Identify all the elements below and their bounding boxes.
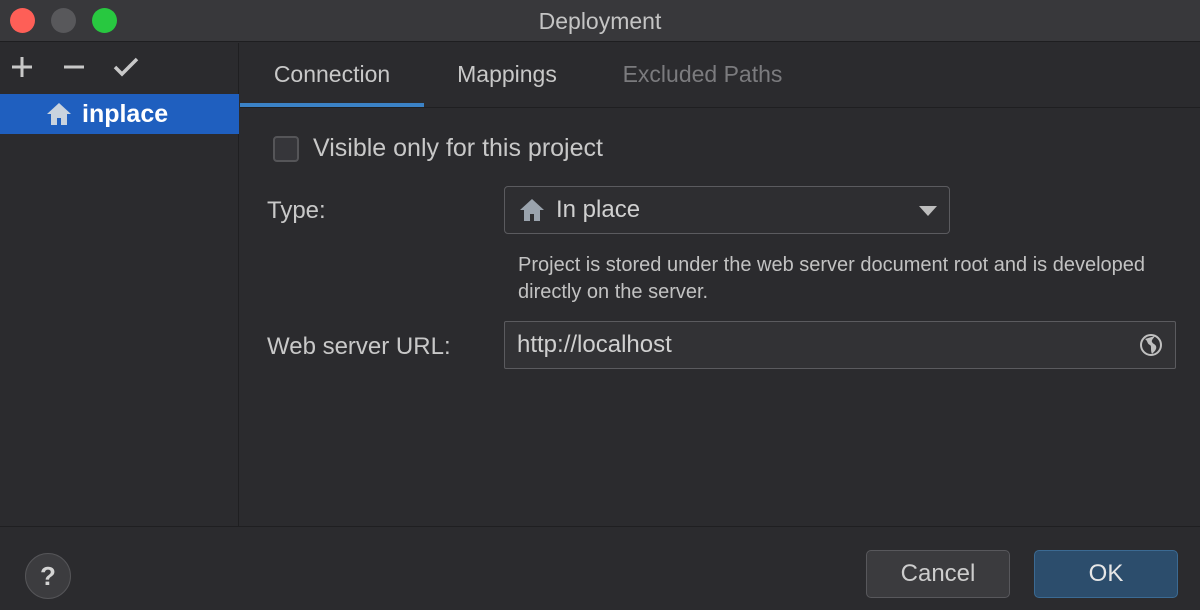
check-icon [112, 55, 140, 79]
window-title: Deployment [0, 0, 1200, 42]
settings-tabs: Connection Mappings Excluded Paths [240, 43, 1200, 108]
type-dropdown-value: In place [556, 187, 640, 233]
dropdown-arrow-icon [919, 206, 937, 216]
plus-icon [11, 56, 33, 78]
remove-server-button[interactable] [60, 53, 88, 81]
title-bar: Deployment [0, 0, 1200, 42]
tab-excluded-paths[interactable]: Excluded Paths [600, 43, 805, 107]
dialog-footer [0, 526, 1200, 610]
minus-icon [63, 56, 85, 78]
web-server-url-input[interactable]: http://localhost [504, 321, 1176, 369]
web-server-url-label: Web server URL: [267, 333, 451, 361]
type-description: Project is stored under the web server d… [518, 252, 1178, 306]
web-server-url-value: http://localhost [517, 331, 672, 358]
ok-button[interactable]: OK [1034, 550, 1178, 598]
server-item-inplace[interactable]: inplace [0, 94, 239, 134]
server-item-label: inplace [82, 94, 168, 134]
cancel-button[interactable]: Cancel [866, 550, 1010, 598]
tab-mappings[interactable]: Mappings [434, 43, 580, 107]
home-icon [519, 198, 545, 222]
globe-icon[interactable] [1139, 333, 1163, 357]
server-list-toolbar [0, 43, 239, 93]
type-dropdown[interactable]: In place [504, 186, 950, 234]
set-default-server-button[interactable] [112, 53, 140, 81]
visible-only-checkbox[interactable] [273, 136, 299, 162]
help-button[interactable]: ? [25, 553, 71, 599]
server-list-panel: inplace [0, 43, 239, 526]
home-icon [46, 102, 72, 126]
visible-only-label[interactable]: Visible only for this project [313, 134, 603, 163]
add-server-button[interactable] [8, 53, 36, 81]
tab-connection[interactable]: Connection [240, 43, 424, 107]
type-label: Type: [267, 197, 326, 225]
